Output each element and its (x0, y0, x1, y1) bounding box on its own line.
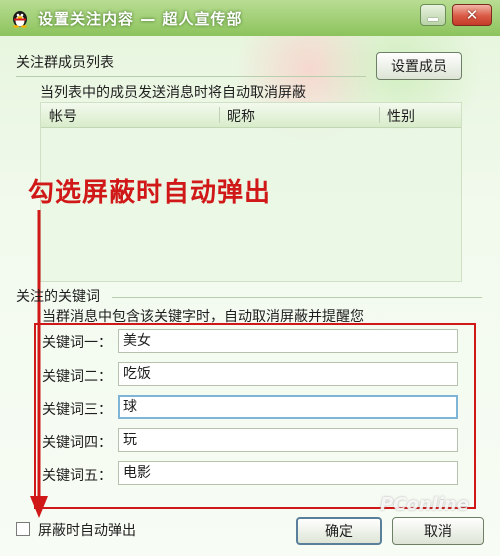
keyword-input-4[interactable]: 玩 (118, 428, 458, 452)
minimize-button[interactable] (420, 4, 446, 26)
keywords-section-title: 关注的关键词 (16, 289, 100, 305)
section-divider (112, 297, 482, 298)
ok-button[interactable]: 确定 (296, 517, 382, 545)
annotation-text: 勾选屏蔽时自动弹出 (28, 178, 272, 208)
keyword-input-2[interactable]: 吃饭 (118, 362, 458, 386)
keyword-input-5[interactable]: 电影 (118, 461, 458, 485)
members-section-title: 关注群成员列表 (16, 55, 114, 71)
watermark-text: PConline (380, 494, 469, 515)
column-divider (219, 107, 220, 123)
close-button[interactable]: ✕ (452, 4, 492, 26)
minimize-icon (428, 17, 438, 21)
keyword-input-1[interactable]: 美女 (118, 329, 458, 353)
cancel-button[interactable]: 取消 (392, 517, 484, 545)
section-divider (16, 76, 366, 77)
title-bar[interactable]: 设置关注内容 — 超人宣传部 ✕ (0, 0, 500, 36)
column-divider (379, 107, 380, 123)
column-nickname[interactable]: 昵称 (227, 106, 255, 126)
close-icon: ✕ (465, 6, 479, 24)
keyword-label-2: 关键词二： (42, 369, 112, 385)
window-title: 设置关注内容 — 超人宣传部 (38, 10, 243, 28)
keyword-label-3: 关键词三： (42, 402, 112, 418)
auto-popup-checkbox[interactable] (16, 522, 30, 536)
column-gender[interactable]: 性别 (387, 106, 415, 126)
keyword-label-4: 关键词四： (42, 435, 112, 451)
set-members-button[interactable]: 设置成员 (376, 52, 462, 80)
dialog-window: 设置关注内容 — 超人宣传部 ✕ 关注群成员列表 设置成员 当列表中的成员发送消… (0, 0, 500, 556)
column-account[interactable]: 帐号 (49, 106, 77, 126)
keyword-label-1: 关键词一： (42, 335, 112, 351)
auto-popup-label[interactable]: 屏蔽时自动弹出 (38, 520, 136, 540)
keyword-input-3[interactable]: 球 (118, 395, 458, 419)
qq-penguin-icon (10, 8, 30, 28)
member-table-header: 帐号 昵称 性别 (41, 103, 461, 128)
keyword-label-5: 关键词五： (42, 468, 112, 484)
members-hint: 当列表中的成员发送消息时将自动取消屏蔽 (40, 85, 306, 101)
